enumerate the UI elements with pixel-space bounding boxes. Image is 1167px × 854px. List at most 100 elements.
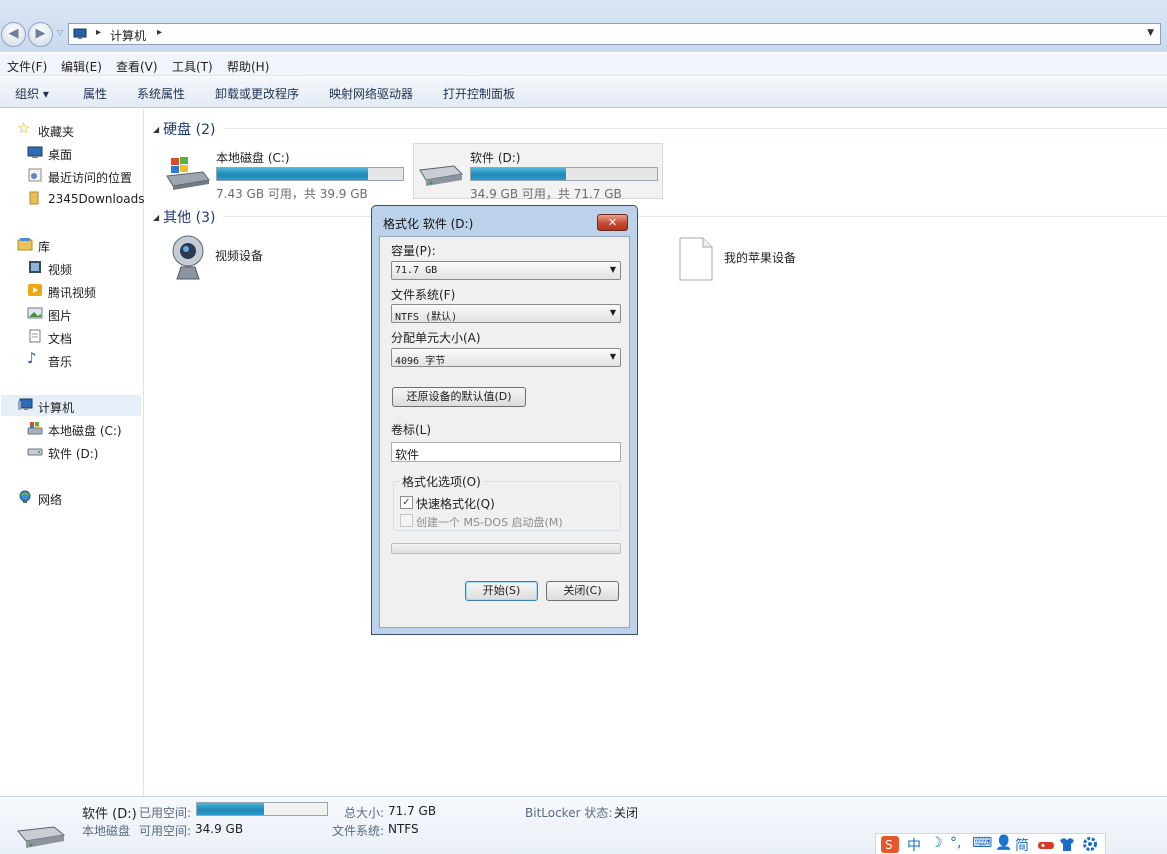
- format-progress-bar: [391, 543, 621, 554]
- ime-punctuation-icon[interactable]: °,: [950, 835, 961, 851]
- ime-settings-gear-icon[interactable]: [1082, 836, 1098, 852]
- details-type: 本地磁盘: [82, 824, 131, 838]
- capacity-select[interactable]: 71.7 GB ▼: [391, 261, 621, 280]
- ime-keyboard-icon[interactable]: ⌨: [972, 835, 992, 851]
- windows-drive-icon: [27, 422, 43, 435]
- ime-fullwidth-icon[interactable]: ☽: [930, 835, 943, 851]
- recent-pages-dropdown-icon[interactable]: ▽: [57, 28, 63, 37]
- ime-skin-icon[interactable]: [1037, 839, 1055, 851]
- chevron-down-icon: ▼: [609, 308, 616, 317]
- drive-name: 本地磁盘 (C:): [216, 151, 290, 165]
- apple-device-item[interactable]: 我的苹果设备: [677, 235, 877, 285]
- hard-drive-icon: [27, 448, 43, 456]
- blank-file-icon: [679, 237, 713, 281]
- breadcrumb-separator-icon[interactable]: ▸: [157, 27, 162, 38]
- forward-button[interactable]: ▶: [28, 22, 53, 47]
- back-button[interactable]: ◀: [1, 22, 26, 47]
- content-pane: ◢ 硬盘 (2) 本地磁盘 (C:) 7.43 GB 可用，共 39.9 GB 软…: [145, 109, 1167, 796]
- capacity-label: 容量(P):: [391, 244, 436, 258]
- hard-drive-icon: [17, 826, 66, 848]
- hard-drive-icon: [419, 165, 464, 186]
- ime-chinese-mode-icon[interactable]: 中: [907, 835, 921, 854]
- organize-button[interactable]: 组织 ▾: [15, 85, 49, 102]
- details-usage-bar: [196, 802, 328, 816]
- group-divider: [223, 216, 1167, 217]
- allocation-size-label: 分配单元大小(A): [391, 331, 481, 345]
- details-fs-label: 文件系统:: [332, 824, 385, 838]
- windows-drive-icon: [166, 157, 210, 190]
- dialog-body: 容量(P): 71.7 GB ▼ 文件系统(F) NTFS (默认) ▼ 分配单…: [379, 236, 630, 628]
- details-drive-name: 软件 (D:): [82, 807, 137, 822]
- computer-icon: [73, 28, 87, 39]
- drive-tile-d[interactable]: 软件 (D:) 34.9 GB 可用，共 71.7 GB: [413, 143, 663, 201]
- close-button[interactable]: 关闭(C): [546, 581, 619, 601]
- drive-free-space: 34.9 GB 可用，共 71.7 GB: [470, 187, 622, 201]
- navigation-pane: ☆ 收藏夹 桌面 最近访问的位置 2345Downloads 库 视频 腾讯视频…: [0, 109, 144, 796]
- allocation-size-select-value: 4096 字节: [395, 356, 446, 367]
- checkmark-icon: ✓: [402, 497, 411, 508]
- tencent-video-icon: [28, 284, 42, 296]
- menu-help[interactable]: 帮助(H): [227, 58, 269, 75]
- details-free-value: 34.9 GB: [195, 822, 244, 836]
- volume-label-input[interactable]: 软件: [391, 442, 621, 462]
- details-fs-value: NTFS: [388, 822, 419, 836]
- video-device-item[interactable]: 视频设备: [165, 231, 345, 281]
- collapse-triangle-icon: ◢: [153, 125, 160, 134]
- chevron-down-icon: ▼: [609, 265, 616, 274]
- pictures-icon: [27, 307, 43, 319]
- breadcrumb-computer[interactable]: 计算机: [110, 27, 146, 44]
- details-total-label: 总大小:: [344, 806, 385, 820]
- video-library-icon: [29, 261, 41, 273]
- address-field[interactable]: ▸ 计算机 ▸ ▼: [68, 23, 1161, 45]
- map-network-drive-button[interactable]: 映射网络驱动器: [329, 85, 413, 102]
- address-dropdown-icon[interactable]: ▼: [1147, 28, 1154, 38]
- ime-simplified-icon[interactable]: 简: [1015, 835, 1029, 854]
- menu-edit[interactable]: 编辑(E): [61, 58, 102, 75]
- details-free-label: 可用空间:: [139, 824, 192, 838]
- drive-usage-bar: [216, 167, 404, 181]
- menu-view[interactable]: 查看(V): [116, 58, 158, 75]
- msdos-startup-disk-label[interactable]: 创建一个 MS-DOS 启动盘(M): [416, 514, 563, 530]
- folder-icon: [29, 191, 39, 205]
- drive-tile-c[interactable]: 本地磁盘 (C:) 7.43 GB 可用，共 39.9 GB: [160, 144, 410, 201]
- group-header-hard-drives[interactable]: ◢ 硬盘 (2): [153, 119, 215, 139]
- start-button[interactable]: 开始(S): [465, 581, 538, 601]
- system-properties-button[interactable]: 系统属性: [137, 85, 185, 102]
- group-divider: [225, 128, 1167, 129]
- breadcrumb-separator-icon[interactable]: ▸: [96, 27, 101, 38]
- quick-format-checkbox[interactable]: ✓: [400, 496, 413, 509]
- allocation-size-select[interactable]: 4096 字节 ▼: [391, 348, 621, 367]
- ime-shirt-icon[interactable]: [1059, 837, 1075, 852]
- dialog-close-button[interactable]: ✕: [597, 214, 628, 231]
- file-system-select[interactable]: NTFS (默认) ▼: [391, 304, 621, 323]
- format-options-legend: 格式化选项(O): [400, 473, 483, 490]
- music-note-icon: ♪: [27, 349, 37, 367]
- document-icon: [29, 329, 41, 343]
- ime-toolbar: S 中 ☽ °, ⌨ 👤 简: [875, 833, 1106, 854]
- quick-format-label[interactable]: 快速格式化(Q): [416, 495, 495, 512]
- menu-tools[interactable]: 工具(T): [172, 58, 213, 75]
- drive-usage-bar: [470, 167, 658, 181]
- webcam-icon: [172, 235, 204, 280]
- close-icon: ✕: [607, 216, 618, 229]
- msdos-startup-disk-checkbox[interactable]: [400, 514, 413, 527]
- menu-bar: 文件(F) 编辑(E) 查看(V) 工具(T) 帮助(H): [0, 53, 1167, 76]
- details-bitlocker-label: BitLocker 状态:: [525, 806, 613, 820]
- file-system-select-value: NTFS (默认): [395, 312, 458, 323]
- volume-label-caption: 卷标(L): [391, 423, 432, 437]
- details-bitlocker-value: 关闭: [614, 806, 639, 820]
- drive-usage-fill: [471, 168, 567, 180]
- ime-user-icon[interactable]: 👤: [995, 835, 1012, 851]
- sogou-logo-icon[interactable]: S: [881, 836, 899, 853]
- network-icon: [19, 490, 31, 503]
- menu-file[interactable]: 文件(F): [7, 58, 47, 75]
- group-header-other[interactable]: ◢ 其他 (3): [153, 207, 215, 227]
- restore-defaults-button[interactable]: 还原设备的默认值(D): [392, 387, 526, 407]
- chevron-down-icon: ▼: [609, 352, 616, 361]
- open-control-panel-button[interactable]: 打开控制面板: [443, 85, 515, 102]
- uninstall-program-button[interactable]: 卸载或更改程序: [215, 85, 299, 102]
- address-bar-area: ◀ ▶ ▽ ▸ 计算机 ▸ ▼: [0, 0, 1167, 52]
- back-arrow-icon: ◀: [8, 26, 19, 41]
- properties-button[interactable]: 属性: [83, 85, 107, 102]
- desktop-icon: [27, 146, 43, 158]
